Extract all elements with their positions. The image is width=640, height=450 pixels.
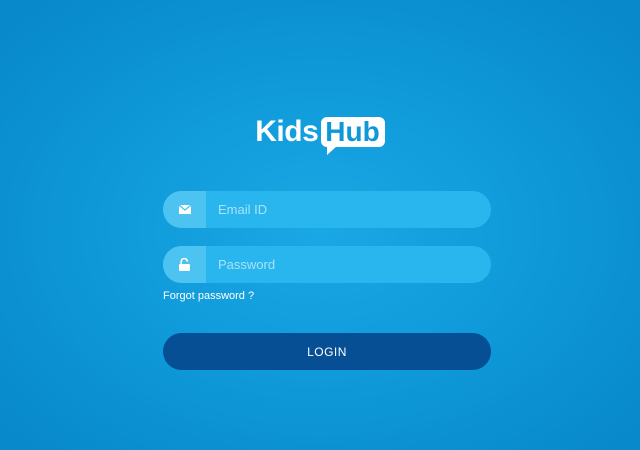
logo-hub-text: Hub bbox=[325, 116, 380, 147]
logo-kids-text: Kids bbox=[255, 115, 319, 148]
envelope-icon bbox=[163, 191, 206, 228]
unlocked-padlock-icon bbox=[163, 246, 206, 283]
logo-hub-badge: Hub bbox=[321, 116, 385, 155]
speech-bubble-tail bbox=[327, 146, 338, 155]
logo: Kids Hub bbox=[0, 114, 640, 155]
email-field[interactable] bbox=[163, 191, 491, 228]
forgot-password-link[interactable]: Forgot password ? bbox=[163, 290, 254, 302]
password-input[interactable] bbox=[206, 246, 491, 283]
email-input[interactable] bbox=[206, 191, 491, 228]
login-button[interactable]: LOGIN bbox=[163, 333, 491, 370]
password-field[interactable] bbox=[163, 246, 491, 283]
logo-wordmark: Kids Hub bbox=[255, 114, 385, 155]
